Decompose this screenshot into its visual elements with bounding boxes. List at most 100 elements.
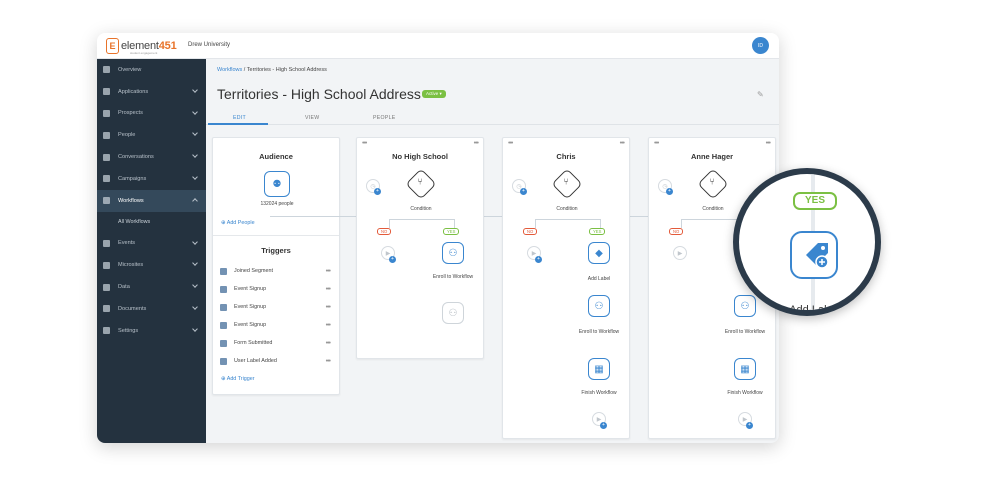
chevron-down-icon: [192, 108, 198, 115]
chevron-down-icon: [192, 304, 198, 310]
placeholder-node[interactable]: ⚇: [442, 302, 464, 324]
more-icon[interactable]: •••: [766, 140, 771, 147]
sidebar-item-conversations[interactable]: Conversations: [97, 146, 206, 168]
condition-node[interactable]: ⑂: [405, 168, 437, 200]
more-icon[interactable]: •••: [362, 140, 367, 147]
split-icon: ⑂: [563, 176, 569, 187]
tab-bar: EDIT VIEW PEOPLE: [206, 111, 779, 125]
more-icon[interactable]: •••: [326, 268, 331, 275]
condition-node[interactable]: ⑂: [697, 168, 729, 200]
chevron-up-icon: [192, 197, 198, 204]
chevron-down-icon: [192, 325, 198, 332]
finish-label: Finish Workflow: [581, 390, 617, 396]
zoom-yes-pill: YES: [793, 192, 837, 210]
people-icon: ⚉: [272, 178, 282, 190]
condition-node[interactable]: ⑂: [551, 168, 583, 200]
breadcrumb: Workflows / Territories - High School Ad…: [217, 67, 327, 73]
people-icon: [103, 131, 110, 139]
add-label-node[interactable]: ◆: [588, 242, 610, 264]
yes-branch-pill: YES: [443, 228, 460, 235]
chevron-down-icon: [192, 152, 198, 159]
chevron-down-icon: [192, 130, 198, 137]
workflow-column-no-high-school: ••• ••• No High School ⑂ ◷ + Condition N…: [356, 137, 484, 359]
logo-mark-icon: E: [106, 38, 119, 54]
finish-workflow-node[interactable]: ▦: [734, 358, 756, 380]
condition-label: Condition: [702, 206, 724, 212]
sidebar-item-workflows[interactable]: Workflows: [97, 189, 206, 212]
chevron-down-icon: [192, 282, 198, 289]
sidebar-item-campaigns[interactable]: Campaigns: [97, 168, 206, 190]
more-icon[interactable]: •••: [620, 140, 625, 147]
workflow-column-chris: ••• ••• Chris ⑂ ◷ + Condition NO YES ▶ +…: [502, 137, 630, 439]
sidebar-item-overview[interactable]: Overview: [97, 59, 206, 81]
sidebar-subitem-all-workflows[interactable]: All Workflows: [97, 211, 206, 233]
add-trigger-link[interactable]: ⊕ Add Trigger: [221, 376, 255, 382]
tab-view[interactable]: VIEW: [305, 115, 319, 121]
branch-line: [600, 219, 601, 228]
condition-label: Condition: [410, 206, 432, 212]
sidebar-item-documents[interactable]: Documents: [97, 298, 206, 320]
more-icon[interactable]: •••: [326, 340, 331, 347]
document-icon: [103, 305, 110, 313]
avatar[interactable]: ID: [752, 37, 769, 54]
trigger-item[interactable]: Event Signup •••: [220, 298, 331, 316]
user-icon: ⚇: [448, 307, 458, 319]
segment-icon: [220, 267, 227, 275]
campaign-icon: [103, 175, 110, 183]
no-branch-pill: NO: [377, 228, 392, 235]
add-step-icon[interactable]: +: [600, 422, 607, 429]
zoom-add-label-node[interactable]: [790, 231, 838, 279]
more-icon[interactable]: •••: [326, 322, 331, 329]
trigger-item[interactable]: Event Signup •••: [220, 316, 331, 334]
cloud-icon: [103, 283, 110, 291]
finish-label: Finish Workflow: [727, 390, 763, 396]
sidebar-item-prospects[interactable]: Prospects: [97, 103, 206, 125]
breadcrumb-workflows-link[interactable]: Workflows: [217, 67, 242, 73]
enroll-workflow-node[interactable]: ⚇: [442, 242, 464, 264]
zoom-callout: YES Add Label: [733, 168, 881, 316]
tab-people[interactable]: PEOPLE: [373, 115, 396, 121]
audience-node[interactable]: ⚉: [264, 171, 290, 197]
empty-step-node[interactable]: ▶: [673, 246, 687, 260]
more-icon[interactable]: •••: [326, 304, 331, 311]
add-step-icon[interactable]: +: [666, 188, 673, 195]
finish-workflow-node[interactable]: ▦: [588, 358, 610, 380]
applications-icon: [103, 88, 110, 96]
add-step-icon[interactable]: +: [535, 256, 542, 263]
enroll-workflow-node[interactable]: ⚇: [734, 295, 756, 317]
status-badge[interactable]: Active ▾: [422, 90, 446, 98]
more-icon[interactable]: •••: [326, 286, 331, 293]
sidebar-item-data[interactable]: Data: [97, 276, 206, 298]
add-people-link[interactable]: ⊕ Add People: [221, 220, 255, 226]
more-icon[interactable]: •••: [654, 140, 659, 147]
trigger-item[interactable]: User Label Added •••: [220, 352, 331, 370]
label-icon: [220, 357, 227, 365]
enroll-workflow-node[interactable]: ⚇: [588, 295, 610, 317]
enroll-label: Enroll to Workflow: [432, 274, 474, 280]
audience-title: Audience: [259, 152, 293, 161]
add-step-icon[interactable]: +: [520, 188, 527, 195]
more-icon[interactable]: •••: [326, 358, 331, 365]
sidebar-item-applications[interactable]: Applications: [97, 81, 206, 103]
settings-icon: [103, 327, 110, 335]
more-icon[interactable]: •••: [474, 140, 479, 147]
trigger-item[interactable]: Event Signup •••: [220, 280, 331, 298]
user-plus-icon: ⚇: [594, 300, 604, 312]
sidebar-item-events[interactable]: Events: [97, 233, 206, 255]
microsite-icon: [103, 261, 110, 269]
logo[interactable]: E element451 student engagement: [106, 38, 177, 55]
trigger-item[interactable]: Form Submitted •••: [220, 334, 331, 352]
sidebar-item-people[interactable]: People: [97, 124, 206, 146]
sidebar-item-microsites[interactable]: Microsites: [97, 254, 206, 276]
enroll-label: Enroll to Workflow: [724, 329, 766, 335]
more-icon[interactable]: •••: [508, 140, 513, 147]
add-step-icon[interactable]: +: [389, 256, 396, 263]
sidebar-item-settings[interactable]: Settings: [97, 320, 206, 342]
trigger-item[interactable]: Joined Segment •••: [220, 262, 331, 280]
institution-name[interactable]: Drew University: [188, 42, 230, 48]
add-step-icon[interactable]: +: [746, 422, 753, 429]
add-step-icon[interactable]: +: [374, 188, 381, 195]
edit-pencil-icon[interactable]: ✎: [757, 91, 765, 99]
calendar-icon: [220, 321, 227, 329]
tab-edit[interactable]: EDIT: [233, 115, 246, 121]
